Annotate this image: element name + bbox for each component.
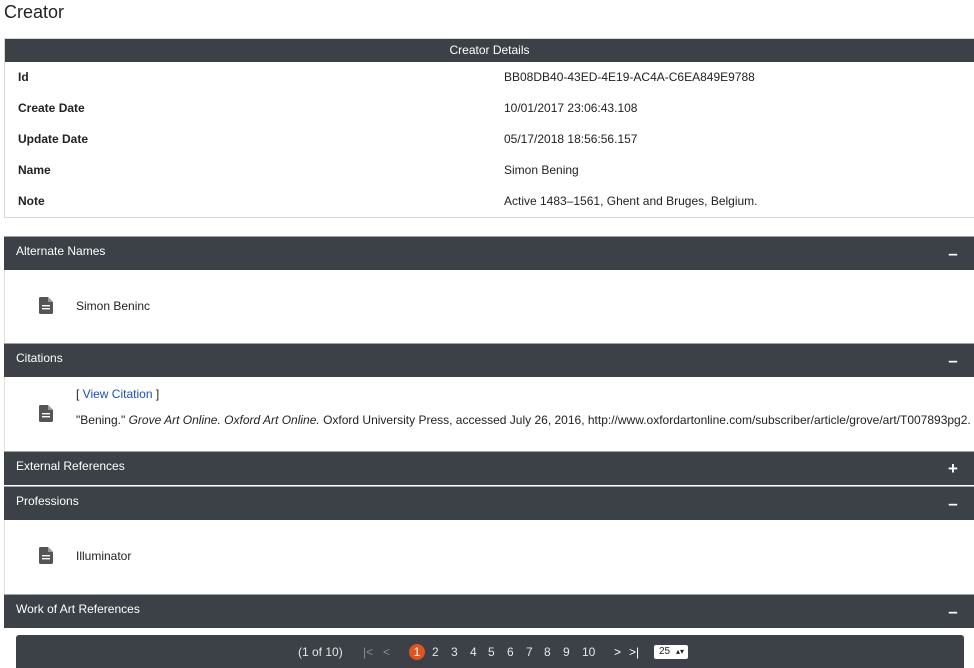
external-references-panel: External References + bbox=[4, 451, 974, 485]
detail-row-note: Note Active 1483–1561, Ghent and Bruges,… bbox=[5, 186, 974, 217]
detail-row-name: Name Simon Bening bbox=[5, 155, 974, 186]
detail-value: Simon Bening bbox=[504, 163, 579, 177]
page-4[interactable]: 4 bbox=[470, 645, 477, 659]
page-10[interactable]: 10 bbox=[582, 645, 595, 659]
document-icon bbox=[39, 405, 53, 422]
alternate-names-title: Alternate Names bbox=[16, 244, 106, 258]
citation-rest: Oxford University Press, accessed July 2… bbox=[319, 413, 971, 427]
bracket-close: ] bbox=[152, 387, 160, 401]
document-icon bbox=[39, 547, 53, 564]
prev-page-icon[interactable]: < bbox=[383, 645, 390, 659]
bracket-open: [ bbox=[76, 387, 83, 401]
paginator: (1 of 10) |< < 1 2 3 4 5 6 7 8 9 10 > >|… bbox=[16, 635, 964, 668]
page-9[interactable]: 9 bbox=[563, 645, 570, 659]
alternate-names-panel: Alternate Names – Simon Beninc bbox=[4, 236, 974, 343]
external-references-title: External References bbox=[16, 459, 125, 473]
select-arrows-icon: ▴▾ bbox=[675, 647, 684, 656]
professions-panel: Professions – Illuminator bbox=[4, 486, 974, 594]
detail-value: 10/01/2017 23:06:43.108 bbox=[504, 101, 638, 115]
page-8[interactable]: 8 bbox=[544, 645, 551, 659]
detail-value: 05/17/2018 18:56:56.157 bbox=[504, 132, 638, 146]
page-7[interactable]: 7 bbox=[526, 645, 533, 659]
detail-label: Note bbox=[18, 194, 45, 208]
last-page-icon[interactable]: >| bbox=[629, 645, 639, 659]
page-3[interactable]: 3 bbox=[451, 645, 458, 659]
creator-details-header: Creator Details bbox=[5, 39, 974, 62]
citations-panel: Citations – [ View Citation ] "Bening." … bbox=[4, 343, 974, 451]
rows-per-page-value: 25 bbox=[659, 646, 671, 657]
detail-value: BB08DB40-43ED-4E19-AC4A-C6EA849E9788 bbox=[504, 70, 755, 84]
page-6[interactable]: 6 bbox=[507, 645, 514, 659]
detail-label: Update Date bbox=[18, 132, 89, 146]
list-item: Simon Beninc bbox=[76, 299, 151, 313]
next-page-icon[interactable]: > bbox=[614, 645, 621, 659]
page-5[interactable]: 5 bbox=[488, 645, 495, 659]
external-references-header[interactable]: External References + bbox=[4, 451, 974, 485]
detail-row-id: Id BB08DB40-43ED-4E19-AC4A-C6EA849E9788 bbox=[5, 62, 974, 93]
professions-header[interactable]: Professions – bbox=[4, 486, 974, 520]
alternate-names-header[interactable]: Alternate Names – bbox=[4, 236, 974, 270]
citation-text: "Bening." Grove Art Online. Oxford Art O… bbox=[76, 413, 971, 427]
professions-body: Illuminator bbox=[4, 520, 974, 594]
detail-row-create-date: Create Date 10/01/2017 23:06:43.108 bbox=[5, 93, 974, 124]
work-of-art-references-header[interactable]: Work of Art References – bbox=[4, 594, 974, 628]
first-page-icon[interactable]: |< bbox=[363, 645, 373, 659]
citation-source: Grove Art Online. Oxford Art Online. bbox=[128, 413, 320, 427]
detail-label: Name bbox=[18, 163, 51, 177]
professions-title: Professions bbox=[16, 494, 79, 508]
citation-quote: "Bening." bbox=[76, 413, 129, 427]
rows-per-page-select[interactable]: 25 ▴▾ bbox=[654, 645, 688, 659]
detail-row-update-date: Update Date 05/17/2018 18:56:56.157 bbox=[5, 124, 974, 155]
collapse-icon[interactable]: – bbox=[946, 352, 960, 370]
detail-label: Create Date bbox=[18, 101, 85, 115]
collapse-icon[interactable]: – bbox=[946, 603, 960, 621]
page-title: Creator bbox=[4, 2, 65, 22]
creator-details-table: Creator Details Id BB08DB40-43ED-4E19-AC… bbox=[4, 38, 974, 218]
citations-title: Citations bbox=[16, 351, 63, 365]
alternate-names-body: Simon Beninc bbox=[4, 270, 974, 343]
citation-link-wrapper: [ View Citation ] bbox=[76, 387, 159, 401]
work-of-art-references-panel: Work of Art References – bbox=[4, 594, 974, 628]
citations-header[interactable]: Citations – bbox=[4, 343, 974, 377]
collapse-icon[interactable]: – bbox=[946, 245, 960, 263]
page-1[interactable]: 1 bbox=[409, 644, 425, 660]
citations-body: [ View Citation ] "Bening." Grove Art On… bbox=[4, 377, 974, 451]
detail-label: Id bbox=[18, 70, 29, 84]
list-item: Illuminator bbox=[76, 549, 132, 563]
document-icon bbox=[39, 297, 53, 314]
expand-icon[interactable]: + bbox=[946, 460, 960, 478]
page-2[interactable]: 2 bbox=[432, 645, 439, 659]
work-of-art-references-title: Work of Art References bbox=[16, 602, 140, 616]
paginator-summary: (1 of 10) bbox=[298, 645, 343, 659]
detail-value: Active 1483–1561, Ghent and Bruges, Belg… bbox=[504, 194, 758, 208]
view-citation-link[interactable]: View Citation bbox=[83, 387, 153, 401]
collapse-icon[interactable]: – bbox=[946, 495, 960, 513]
